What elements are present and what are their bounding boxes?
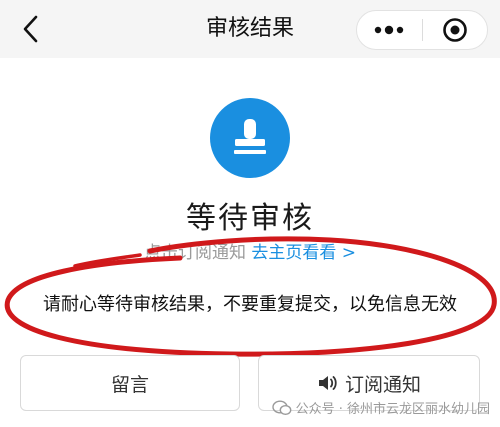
stamp-icon xyxy=(234,119,266,154)
nav-bar: 审核结果 xyxy=(0,0,500,58)
notice-text: 请耐心等待审核结果，不要重复提交，以免信息无效 xyxy=(43,294,457,315)
homepage-link[interactable]: 去主页看看 > xyxy=(251,243,356,263)
more-dots-icon xyxy=(375,25,404,35)
watermark: 公众号 · 徐州市云龙区丽水幼儿园 xyxy=(271,398,490,417)
wechat-icon xyxy=(271,399,292,416)
chevron-left-icon xyxy=(23,15,38,43)
subscribe-button-label: 订阅通知 xyxy=(344,373,421,396)
stamp-status-icon xyxy=(210,98,290,178)
close-button[interactable] xyxy=(423,11,488,49)
subscribe-hint: 点击订阅通知 去主页看看 > xyxy=(0,238,500,263)
more-button[interactable] xyxy=(357,11,422,49)
back-button[interactable] xyxy=(16,12,44,46)
watermark-text: 公众号 · 徐州市云龙区丽水幼儿园 xyxy=(295,402,490,417)
subscribe-hint-text: 点击订阅通知 xyxy=(143,243,246,263)
mini-program-capsule xyxy=(356,10,488,50)
target-close-icon xyxy=(442,18,467,42)
message-button[interactable]: 留言 xyxy=(20,355,240,411)
status-title: 等待审核 xyxy=(186,201,314,236)
message-button-label: 留言 xyxy=(110,373,149,396)
speaker-icon xyxy=(317,373,339,393)
